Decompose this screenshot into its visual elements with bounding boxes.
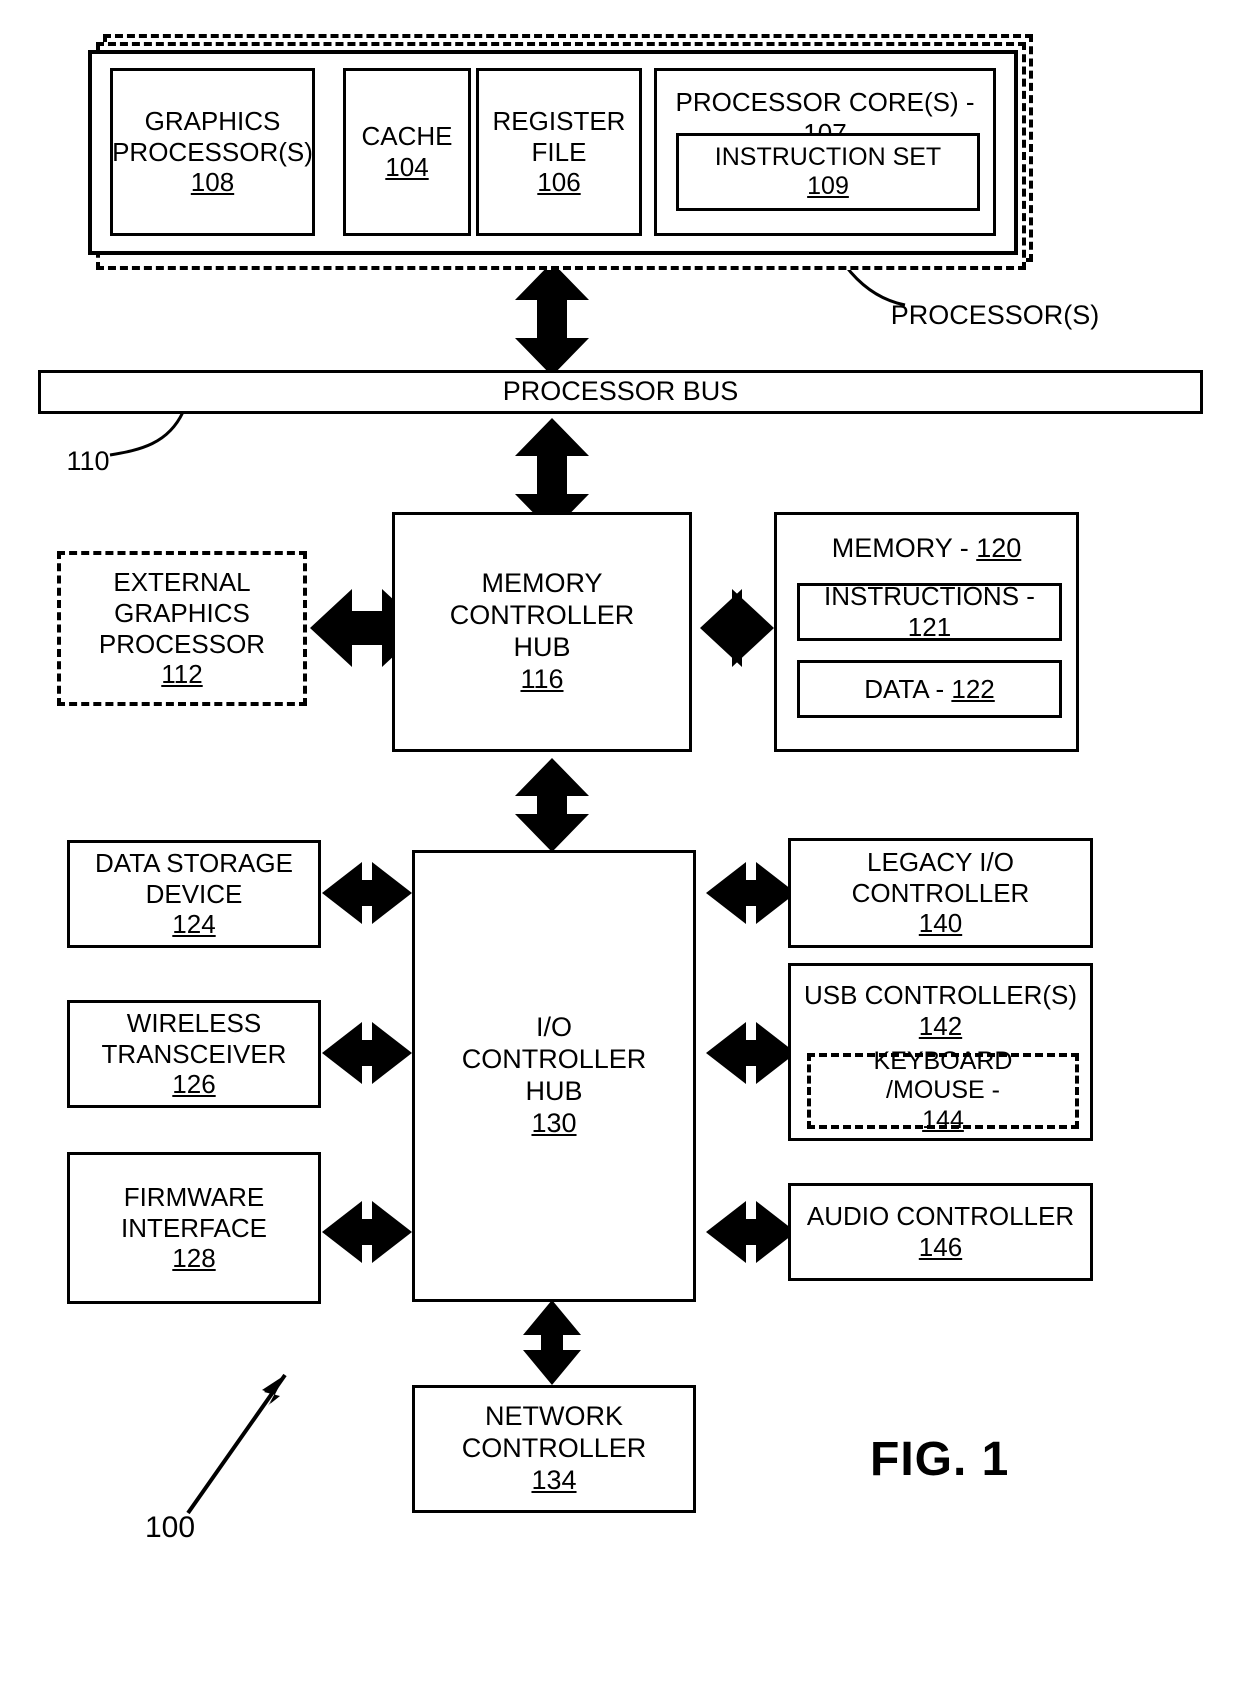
memory-data-title: DATA - 122 — [864, 674, 995, 705]
register-file-label: REGISTER FILE — [492, 105, 626, 167]
firmware-interface-label: FIRMWARE INTERFACE — [121, 1181, 267, 1243]
network-controller-label: NETWORK CONTROLLER — [461, 1401, 647, 1464]
legacy-io-controller-label: LEGACY I/O CONTROLLER — [851, 846, 1030, 908]
usb-controllers-block[interactable]: USB CONTROLLER(S) 142 KEYBOARD /MOUSE - … — [788, 963, 1093, 1141]
keyboard-mouse-block[interactable]: KEYBOARD /MOUSE - 144 — [807, 1047, 1079, 1134]
wireless-transceiver-ref: 126 — [172, 1069, 216, 1100]
external-graphics-processor-block[interactable]: EXTERNAL GRAPHICS PROCESSOR 112 — [57, 551, 307, 706]
arrow-ich-to-network — [523, 1300, 581, 1385]
arrow-mch-to-memory — [700, 589, 774, 667]
network-controller-ref: 134 — [531, 1464, 577, 1495]
figure-caption: FIG. 1 — [870, 1433, 1010, 1486]
memory-instructions-title: INSTRUCTIONS - 121 — [800, 581, 1059, 642]
legacy-io-controller-ref: 140 — [918, 908, 963, 939]
processor-cores-block[interactable]: PROCESSOR CORE(S) - 107 INSTRUCTION SET … — [654, 68, 996, 236]
graphics-processors-block[interactable]: GRAPHICS PROCESSOR(S) 108 — [110, 68, 315, 236]
instruction-set-label: INSTRUCTION SET — [714, 142, 942, 171]
arrow-ich-to-usb — [706, 1022, 796, 1084]
usb-controllers-ref: 142 — [918, 1010, 963, 1041]
cache-ref: 104 — [385, 152, 429, 182]
keyboard-mouse-title: KEYBOARD /MOUSE - 144 — [874, 1047, 1013, 1136]
keyboard-mouse-ref: 144 — [922, 1105, 964, 1134]
memory-instructions-ref: 121 — [907, 612, 952, 642]
io-controller-hub-block[interactable]: I/O CONTROLLER HUB 130 — [412, 850, 696, 1302]
memory-instructions-label: INSTRUCTIONS - — [824, 581, 1035, 612]
register-file-block[interactable]: REGISTER FILE 106 — [476, 68, 642, 236]
wireless-transceiver-block[interactable]: WIRELESS TRANSCEIVER 126 — [67, 1000, 321, 1108]
memory-data-ref: 122 — [951, 673, 995, 704]
patent-figure-page: GRAPHICS PROCESSOR(S) 108 CACHE 104 REGI… — [0, 0, 1240, 1693]
audio-controller-label: AUDIO CONTROLLER — [806, 1201, 1075, 1232]
io-controller-hub-ref: 130 — [531, 1107, 577, 1138]
io-controller-hub-label: I/O CONTROLLER HUB — [461, 1012, 647, 1106]
memory-controller-hub-block[interactable]: MEMORY CONTROLLER HUB 116 — [392, 512, 692, 752]
memory-data-block[interactable]: DATA - 122 — [797, 660, 1062, 718]
network-controller-block[interactable]: NETWORK CONTROLLER 134 — [412, 1385, 696, 1513]
processor-bus-label: PROCESSOR BUS — [502, 376, 739, 407]
processor-package-caption-label: PROCESSOR(S) — [890, 300, 1100, 331]
instruction-set-ref: 109 — [807, 172, 849, 200]
leader-line-bus — [109, 411, 185, 457]
memory-label: MEMORY - — [831, 533, 977, 563]
arrow-ich-to-legacy-io — [706, 862, 796, 924]
memory-data-label: DATA - — [864, 673, 952, 704]
graphics-processors-ref: 108 — [190, 167, 235, 198]
data-storage-device-ref: 124 — [172, 909, 216, 940]
wireless-transceiver-label: WIRELESS TRANSCEIVER — [101, 1007, 287, 1069]
audio-controller-block[interactable]: AUDIO CONTROLLER 146 — [788, 1183, 1093, 1281]
processor-bus[interactable]: PROCESSOR BUS — [38, 370, 1203, 414]
graphics-processors-label: GRAPHICS PROCESSOR(S) — [112, 105, 313, 167]
memory-title: MEMORY - 120 — [832, 533, 1022, 565]
usb-controllers-label: USB CONTROLLER(S) — [803, 980, 1078, 1010]
instruction-set-block[interactable]: INSTRUCTION SET 109 — [676, 133, 980, 211]
processor-bus-ref: 110 — [66, 446, 110, 476]
firmware-interface-block[interactable]: FIRMWARE INTERFACE 128 — [67, 1152, 321, 1304]
leader-arrowhead-system — [264, 1375, 285, 1404]
memory-instructions-block[interactable]: INSTRUCTIONS - 121 — [797, 581, 1062, 642]
arrow-processor-to-bus — [515, 262, 589, 376]
arrow-ich-to-wireless — [322, 1022, 412, 1084]
arrow-mch-to-ich — [515, 758, 589, 852]
processor-cores-label: PROCESSOR CORE(S) - — [675, 87, 975, 117]
external-graphics-processor-ref: 112 — [161, 659, 203, 690]
memory-ref: 120 — [976, 533, 1022, 563]
arrow-ich-to-data-storage — [322, 862, 412, 924]
audio-controller-ref: 146 — [918, 1232, 963, 1262]
cache-label: CACHE — [361, 121, 453, 152]
data-storage-device-block[interactable]: DATA STORAGE DEVICE 124 — [67, 840, 321, 948]
keyboard-mouse-label: KEYBOARD /MOUSE - — [873, 1046, 1013, 1105]
cache-block[interactable]: CACHE 104 — [343, 68, 471, 236]
firmware-interface-ref: 128 — [172, 1243, 216, 1274]
leader-line-system — [186, 1373, 287, 1515]
arrow-ich-to-firmware — [322, 1201, 412, 1263]
memory-controller-hub-label: MEMORY CONTROLLER HUB — [449, 568, 635, 662]
memory-controller-hub-ref: 116 — [520, 663, 564, 694]
register-file-ref: 106 — [537, 167, 581, 198]
data-storage-device-label: DATA STORAGE DEVICE — [95, 847, 293, 909]
system-ref-label: 100 — [144, 1511, 196, 1544]
legacy-io-controller-block[interactable]: LEGACY I/O CONTROLLER 140 — [788, 838, 1093, 948]
arrow-ich-to-audio — [706, 1201, 796, 1263]
external-graphics-processor-label: EXTERNAL GRAPHICS PROCESSOR — [98, 567, 266, 659]
memory-block[interactable]: MEMORY - 120 INSTRUCTIONS - 121 DATA - 1… — [774, 512, 1079, 752]
